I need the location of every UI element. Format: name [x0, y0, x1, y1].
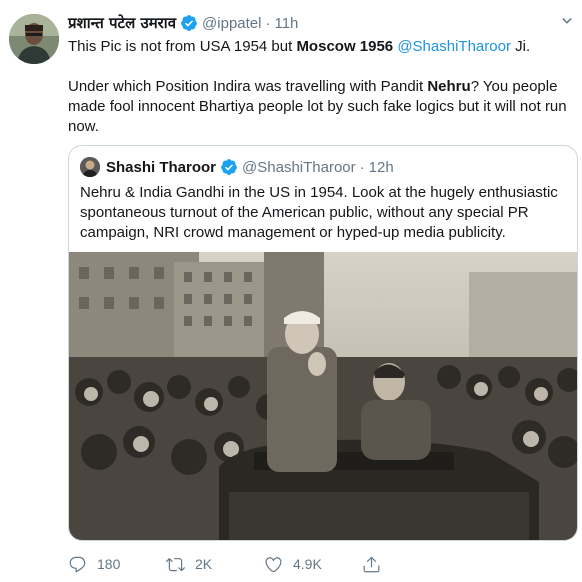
tweet-paragraph-2: Under which Position Indira was travelli… [68, 77, 576, 137]
author-handle[interactable]: @ippatel [202, 15, 261, 32]
quoted-author-handle: @ShashiTharoor [242, 158, 356, 176]
share-button[interactable] [362, 555, 402, 574]
tweet-header: प्रशान्त पटेल उमराव @ippatel · 11h [68, 12, 298, 34]
quoted-author-avatar [80, 157, 100, 177]
tweet[interactable]: प्रशान्त पटेल उमराव @ippatel · 11h This … [0, 0, 582, 582]
retweet-button[interactable]: 2K [166, 555, 264, 574]
reply-count: 180 [97, 556, 121, 572]
quoted-author-name: Shashi Tharoor [106, 158, 217, 176]
quoted-tweet-text: Nehru & India Gandhi in the US in 1954. … [80, 184, 558, 241]
share-icon [363, 556, 380, 572]
tweet-timestamp[interactable]: 11h [274, 15, 298, 32]
quoted-tweet-header: Shashi Tharoor @ShashiTharoor · 12h [80, 156, 394, 178]
text-segment: Under which Position Indira was travelli… [68, 78, 428, 95]
text-segment: This Pic is not from USA 1954 but [68, 38, 297, 55]
retweet-count: 2K [195, 556, 213, 572]
tweet-text: This Pic is not from USA 1954 but Moscow… [68, 37, 576, 137]
verified-badge-icon [180, 14, 198, 32]
author-name[interactable]: प्रशान्त पटेल उमराव [68, 13, 176, 33]
verified-badge-icon [220, 158, 238, 176]
quoted-timestamp: 12h [368, 158, 394, 176]
separator-dot: · [359, 158, 365, 176]
author-avatar[interactable] [9, 14, 59, 64]
like-count: 4.9K [293, 556, 322, 572]
retweet-icon [166, 557, 185, 571]
reply-button[interactable]: 180 [68, 555, 166, 574]
mention-link[interactable]: @ShashiTharoor [397, 38, 511, 55]
tweet-actions: 180 2K 4.9K [68, 552, 402, 576]
text-segment: Ji. [510, 38, 531, 55]
separator-dot: · [265, 14, 271, 32]
chevron-down-icon[interactable] [558, 12, 576, 30]
bold-text: Nehru [427, 78, 471, 95]
reply-icon [69, 556, 86, 572]
bold-text: Moscow 1956 [296, 38, 394, 55]
quoted-tweet-photo[interactable] [69, 252, 577, 540]
quoted-tweet[interactable]: Shashi Tharoor @ShashiTharoor · 12h Nehr… [68, 145, 578, 541]
like-button[interactable]: 4.9K [264, 555, 362, 574]
tweet-line-1: This Pic is not from USA 1954 but Moscow… [68, 37, 576, 57]
heart-icon [265, 556, 282, 572]
